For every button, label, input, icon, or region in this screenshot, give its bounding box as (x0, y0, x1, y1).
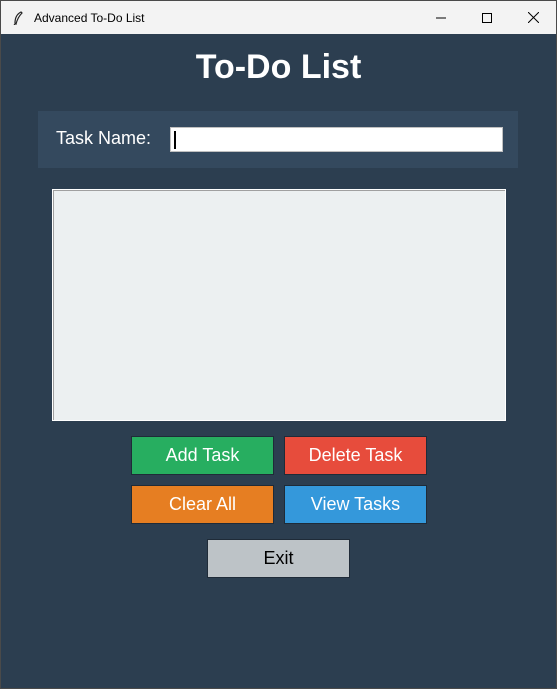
main-content: To-Do List Task Name: Add Task Delete Ta… (1, 34, 556, 688)
task-name-input[interactable] (170, 127, 503, 152)
minimize-icon (436, 17, 446, 18)
view-tasks-button[interactable]: View Tasks (284, 485, 427, 524)
page-title: To-Do List (195, 48, 362, 86)
title-bar[interactable]: Advanced To-Do List (1, 1, 556, 34)
app-window: Advanced To-Do List To-Do List Task Name… (0, 0, 557, 689)
window-controls (418, 1, 556, 34)
task-entry-frame: Task Name: (38, 111, 518, 168)
task-listbox[interactable] (52, 189, 506, 421)
text-caret (174, 131, 176, 149)
clear-all-button[interactable]: Clear All (131, 485, 274, 524)
exit-button[interactable]: Exit (207, 539, 350, 578)
maximize-icon (482, 12, 492, 23)
delete-task-button[interactable]: Delete Task (284, 436, 427, 475)
add-task-button[interactable]: Add Task (131, 436, 274, 475)
minimize-button[interactable] (418, 1, 464, 34)
close-button[interactable] (510, 1, 556, 34)
feather-icon (11, 10, 25, 25)
window-title: Advanced To-Do List (34, 10, 145, 25)
close-icon (527, 12, 539, 23)
maximize-button[interactable] (464, 1, 510, 34)
task-name-label: Task Name: (56, 128, 152, 148)
